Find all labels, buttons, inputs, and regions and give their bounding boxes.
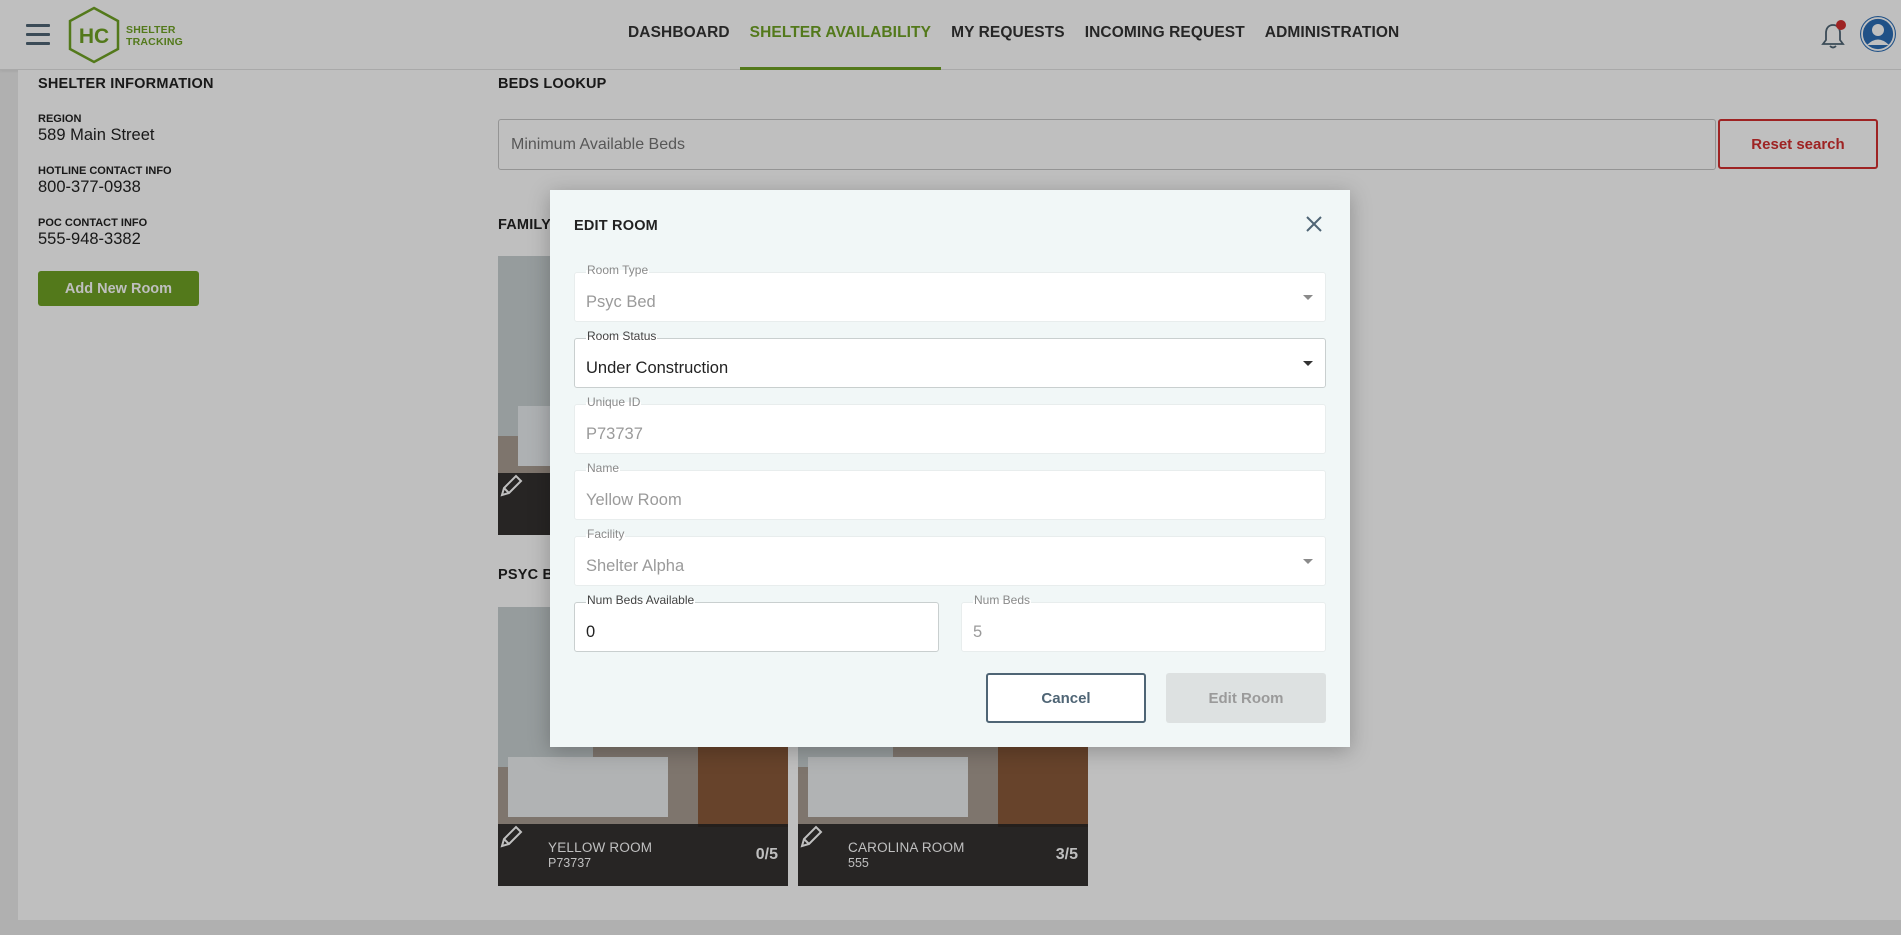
chevron-down-icon xyxy=(1303,559,1313,564)
chevron-down-icon xyxy=(1303,295,1313,300)
room-type-label: Room Type xyxy=(586,263,650,277)
room-type-select[interactable]: Room Type Psyc Bed xyxy=(574,263,1326,322)
room-type-value: Psyc Bed xyxy=(586,293,656,311)
beds-available-field[interactable]: Num Beds Available 0 xyxy=(574,593,939,652)
cancel-button[interactable]: Cancel xyxy=(986,673,1146,723)
unique-id-field[interactable]: Unique ID P73737 xyxy=(574,395,1326,454)
room-status-select[interactable]: Room Status Under Construction xyxy=(574,329,1326,388)
beds-available-value: 0 xyxy=(586,623,596,641)
num-beds-value: 5 xyxy=(973,623,983,641)
modal-title: EDIT ROOM xyxy=(574,218,658,234)
facility-label: Facility xyxy=(586,527,626,541)
beds-available-label: Num Beds Available xyxy=(586,593,696,607)
facility-value: Shelter Alpha xyxy=(586,557,685,575)
unique-id-label: Unique ID xyxy=(586,395,642,409)
room-status-value: Under Construction xyxy=(586,359,729,377)
room-status-label: Room Status xyxy=(586,329,658,343)
chevron-down-icon xyxy=(1303,361,1313,366)
num-beds-label: Num Beds xyxy=(973,593,1032,607)
name-value: Yellow Room xyxy=(586,491,682,509)
facility-select[interactable]: Facility Shelter Alpha xyxy=(574,527,1326,586)
name-field[interactable]: Name Yellow Room xyxy=(574,461,1326,520)
edit-room-button[interactable]: Edit Room xyxy=(1166,673,1326,723)
unique-id-value: P73737 xyxy=(586,425,643,443)
num-beds-field[interactable]: Num Beds 5 xyxy=(961,593,1326,652)
name-label: Name xyxy=(586,461,621,475)
close-icon[interactable] xyxy=(1304,214,1324,234)
edit-room-dialog: EDIT ROOM Room Type Psyc Bed Room Status… xyxy=(550,190,1350,747)
